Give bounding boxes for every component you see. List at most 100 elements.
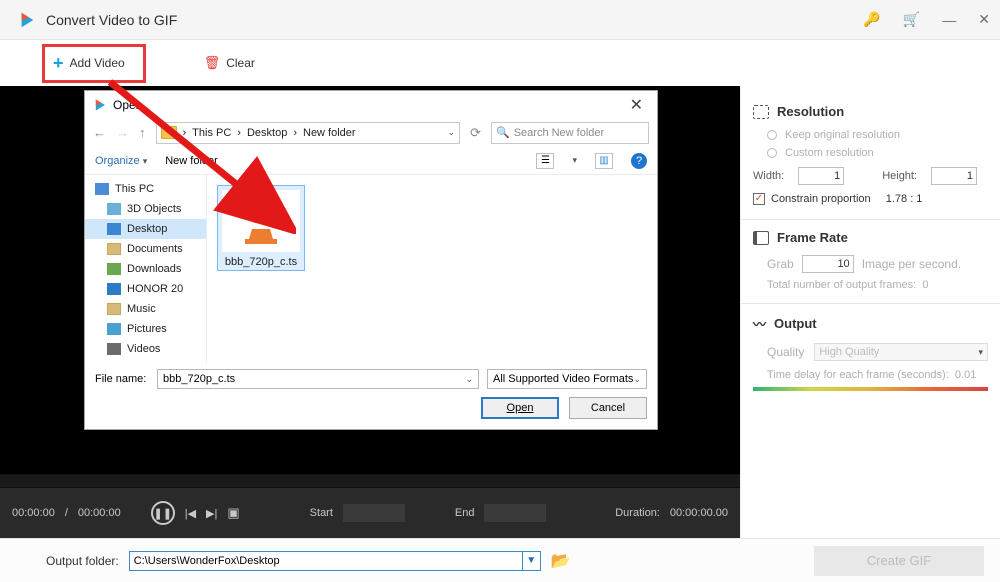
output-folder-field[interactable]: ▼ — [129, 551, 541, 571]
snapshot-button[interactable]: ▣ — [227, 505, 239, 521]
total-frames-label: Total number of output frames: — [767, 279, 916, 291]
duration-label: Duration: — [615, 507, 660, 519]
time-total: 00:00:00 — [78, 507, 121, 519]
help-button[interactable]: ? — [631, 153, 647, 169]
file-name: bbb_720p_c.ts — [222, 256, 300, 268]
next-frame-button[interactable]: ▶| — [206, 507, 217, 520]
custom-resolution-radio[interactable]: Custom resolution — [767, 147, 988, 159]
view-layout-dropdown[interactable]: ▾ — [572, 155, 577, 166]
preview-pane-button[interactable]: ▥ — [595, 153, 613, 169]
file-list-pane[interactable]: bbb_720p_c.ts — [207, 175, 657, 363]
breadcrumb-dropdown[interactable]: ⌄ — [448, 127, 456, 138]
key-icon[interactable]: 🔑 — [863, 11, 880, 28]
output-icon: 〰 — [753, 314, 766, 333]
resolution-title: Resolution — [777, 104, 844, 119]
tree-music[interactable]: Music — [85, 299, 206, 319]
start-time-field[interactable] — [343, 504, 405, 522]
timeline[interactable] — [0, 474, 740, 488]
tree-videos[interactable]: Videos — [85, 339, 206, 359]
cart-icon[interactable]: 🛒 — [903, 11, 920, 28]
toolbar: + Add Video 🗑 Clear — [0, 40, 1000, 86]
plus-icon: + — [53, 53, 64, 74]
create-gif-button[interactable]: Create GIF — [814, 546, 984, 576]
end-time-field[interactable] — [484, 504, 546, 522]
output-folder-dropdown[interactable]: ▼ — [522, 552, 540, 570]
view-layout-button[interactable]: ☰ — [536, 153, 554, 169]
close-button[interactable]: ✕ — [978, 11, 990, 28]
clear-button[interactable]: 🗑 Clear — [204, 55, 255, 71]
breadcrumb[interactable]: › This PC› Desktop› New folder ⌄ — [156, 122, 461, 144]
width-label: Width: — [753, 170, 784, 182]
height-label: Height: — [882, 170, 917, 182]
quality-label: Quality — [767, 345, 804, 359]
format-filter-select[interactable]: All Supported Video Formats(*.:⌄ — [487, 369, 647, 389]
framerate-icon — [753, 231, 769, 245]
breadcrumb-this-pc[interactable]: This PC — [192, 127, 231, 139]
folder-icon — [161, 126, 177, 139]
prev-frame-button[interactable]: |◀ — [185, 507, 196, 520]
output-title: Output — [774, 316, 817, 331]
title-bar: Convert Video to GIF 🔑 🛒 — ✕ — [0, 0, 1000, 40]
search-input[interactable]: 🔍 Search New folder — [491, 122, 649, 144]
search-icon: 🔍 — [496, 126, 510, 139]
tree-honor20[interactable]: HONOR 20 — [85, 279, 206, 299]
filename-field[interactable]: bbb_720p_c.ts⌄ — [157, 369, 479, 389]
minimize-button[interactable]: — — [942, 12, 956, 28]
nav-back-button[interactable]: ← — [93, 125, 106, 140]
tree-pictures[interactable]: Pictures — [85, 319, 206, 339]
keep-resolution-radio[interactable]: Keep original resolution — [767, 129, 988, 141]
player-controls: 00:00:00 / 00:00:00 ❚❚ |◀ ▶| ▣ Start End… — [0, 474, 740, 538]
nav-forward-button[interactable]: → — [116, 125, 129, 140]
tree-3d-objects[interactable]: 3D Objects — [85, 199, 206, 219]
play-pause-button[interactable]: ❚❚ — [151, 501, 175, 525]
cancel-button[interactable]: Cancel — [569, 397, 647, 419]
add-video-label: Add Video — [70, 56, 125, 70]
framerate-title: Frame Rate — [777, 230, 848, 245]
filename-label: File name: — [95, 373, 149, 385]
refresh-button[interactable]: ⟳ — [470, 125, 481, 141]
width-input[interactable]: 1 — [798, 167, 844, 185]
dialog-logo-icon — [93, 98, 107, 112]
clear-label: Clear — [226, 56, 255, 70]
output-folder-input[interactable] — [130, 555, 522, 567]
quality-select[interactable]: High Quality▾ — [814, 343, 988, 361]
trash-icon: 🗑 — [204, 55, 221, 71]
open-button[interactable]: Open — [481, 397, 559, 419]
time-current: 00:00:00 — [12, 507, 55, 519]
file-open-dialog: Open ✕ ← → ↑ › This PC› Desktop› New fol… — [84, 90, 658, 430]
app-title: Convert Video to GIF — [46, 12, 863, 28]
app-logo-icon — [18, 11, 36, 29]
start-label: Start — [310, 507, 333, 519]
grab-unit: Image per second. — [862, 257, 961, 271]
grab-input[interactable]: 10 — [802, 255, 854, 273]
breadcrumb-new-folder[interactable]: New folder — [303, 127, 356, 139]
tree-downloads[interactable]: Downloads — [85, 259, 206, 279]
resolution-icon — [753, 105, 769, 119]
new-folder-button[interactable]: New folder — [165, 155, 218, 167]
tree-documents[interactable]: Documents — [85, 239, 206, 259]
footer: Output folder: ▼ 📂 Create GIF — [0, 538, 1000, 582]
delay-value: 0.01 — [955, 369, 976, 381]
tree-desktop[interactable]: Desktop — [85, 219, 206, 239]
constrain-proportion-checkbox[interactable]: ✓Constrain proportion 1.78 : 1 — [753, 193, 988, 205]
grab-label: Grab — [767, 257, 794, 271]
height-input[interactable]: 1 — [931, 167, 977, 185]
browse-folder-icon[interactable]: 📂 — [551, 551, 571, 571]
file-item[interactable]: bbb_720p_c.ts — [217, 185, 305, 271]
vlc-cone-icon — [233, 193, 289, 249]
dialog-title: Open — [113, 98, 624, 112]
quality-gradient — [753, 387, 988, 391]
settings-panel: Resolution Keep original resolution Cust… — [740, 86, 1000, 538]
organize-menu[interactable]: Organize ▾ — [95, 155, 147, 167]
tree-this-pc[interactable]: This PC — [85, 179, 206, 199]
delay-label: Time delay for each frame (seconds): — [767, 369, 949, 381]
dialog-close-button[interactable]: ✕ — [624, 95, 649, 115]
output-folder-label: Output folder: — [46, 554, 119, 568]
duration-value: 00:00:00.00 — [670, 507, 728, 519]
add-video-button[interactable]: + Add Video — [42, 44, 146, 83]
folder-tree[interactable]: This PC 3D Objects Desktop Documents Dow… — [85, 175, 207, 363]
breadcrumb-desktop[interactable]: Desktop — [247, 127, 287, 139]
nav-up-button[interactable]: ↑ — [139, 125, 146, 140]
end-label: End — [455, 507, 475, 519]
total-frames-value: 0 — [922, 279, 928, 291]
